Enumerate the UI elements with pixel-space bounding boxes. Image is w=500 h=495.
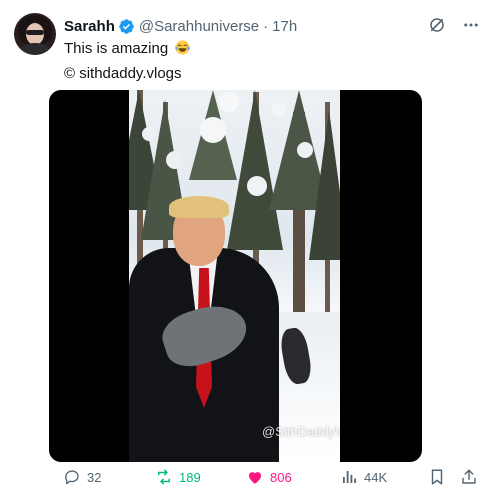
bookmark-button[interactable] [428, 464, 446, 490]
video-watermark: @SithDaddyVlogs [262, 424, 340, 439]
video-player[interactable]: @SithDaddyVlogs [49, 90, 422, 462]
tweet[interactable]: Sarahh @Sarahhuniverse · 17h This is ama… [0, 0, 500, 495]
repost-button[interactable]: 189 [155, 464, 201, 490]
handle[interactable]: @Sarahhuniverse [139, 18, 259, 35]
display-name[interactable]: Sarahh [64, 18, 115, 35]
more-options-icon[interactable] [462, 16, 480, 34]
reply-icon [65, 470, 79, 485]
video-frame[interactable]: @SithDaddyVlogs [129, 90, 340, 462]
repost-count: 189 [179, 469, 201, 485]
action-bar: 32 189 806 44K [0, 464, 500, 490]
tweet-text: This is amazing [64, 39, 191, 59]
share-icon [462, 469, 476, 484]
views-button[interactable]: 44K [340, 464, 387, 490]
tweet-header: Sarahh @Sarahhuniverse · 17h [64, 16, 297, 36]
grok-icon[interactable] [428, 16, 446, 34]
views-chart-icon [343, 471, 357, 483]
heart-icon [249, 472, 261, 484]
avatar-glasses [26, 30, 44, 35]
person-hair [169, 196, 229, 218]
tears-of-joy-emoji-icon [175, 40, 191, 55]
timestamp[interactable]: 17h [272, 18, 297, 35]
reply-count: 32 [87, 469, 102, 485]
like-count: 806 [270, 469, 292, 485]
share-button[interactable] [460, 464, 478, 490]
top-icons [428, 16, 480, 34]
bookmark-icon [431, 469, 443, 485]
views-count: 44K [364, 469, 388, 485]
like-button[interactable]: 806 [246, 464, 292, 490]
separator-dot: · [263, 17, 269, 35]
tweet-text-content: This is amazing [64, 40, 169, 57]
repost-icon [158, 469, 170, 485]
verified-badge-icon[interactable] [118, 18, 135, 35]
avatar[interactable] [14, 13, 56, 55]
reply-button[interactable]: 32 [63, 464, 101, 490]
credit-line: © sithdaddy.vlogs [64, 65, 182, 82]
avatar-shirt [20, 43, 50, 55]
